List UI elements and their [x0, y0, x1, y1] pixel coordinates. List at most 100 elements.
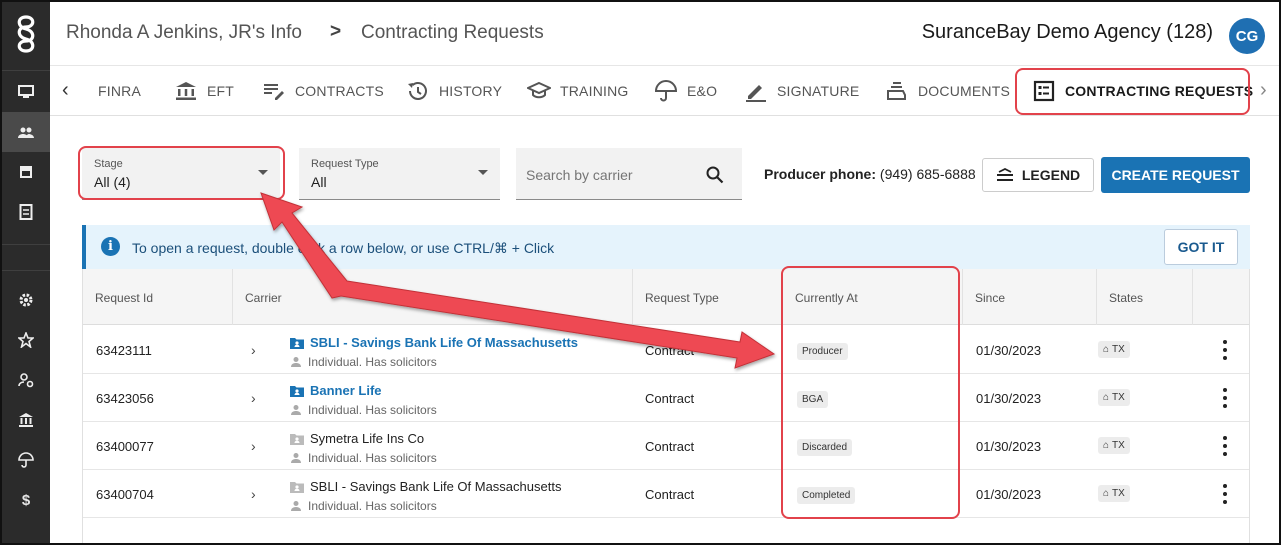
since-date: 01/30/2023	[976, 439, 1042, 454]
tab-signature[interactable]: SIGNATURE	[744, 66, 859, 116]
column-header-request-type[interactable]: Request Type	[645, 291, 719, 305]
contract-edit-icon	[264, 84, 284, 100]
request-id: 63423056	[96, 391, 154, 406]
row-menu-icon[interactable]	[1219, 388, 1231, 408]
request-type: Contract	[645, 487, 695, 502]
carrier-link[interactable]: Banner Life	[290, 383, 382, 398]
carrier-subtitle-text: Individual. Has solicitors	[308, 403, 437, 417]
page-header: Rhonda A Jenkins, JR's Info > Contractin…	[50, 2, 1279, 66]
bank-icon	[176, 82, 196, 100]
highlight-currently-at-column	[781, 266, 960, 519]
row-menu-icon[interactable]	[1219, 436, 1231, 456]
carrier-subtitle: Individual. Has solicitors	[290, 403, 437, 417]
umbrella-icon	[654, 80, 678, 102]
tab-history[interactable]: HISTORY	[406, 66, 502, 116]
sidebar-item-eo[interactable]	[2, 440, 50, 480]
breadcrumb-person[interactable]: Rhonda A Jenkins, JR's Info	[66, 22, 302, 44]
breadcrumb-separator: >	[330, 21, 342, 42]
sidebar-item-user-settings[interactable]	[2, 360, 50, 400]
home-icon: ⌂	[1103, 488, 1110, 499]
carrier-name: SBLI - Savings Bank Life Of Massachusett…	[310, 479, 562, 494]
table-header: Request Id Carrier Request Type Currentl…	[83, 269, 1249, 325]
state-code: TX	[1112, 344, 1125, 355]
badge-star-icon	[18, 332, 34, 348]
banner-text: To open a request, double click a row be…	[132, 240, 555, 256]
sidebar-item-documents[interactable]	[2, 192, 50, 232]
create-request-button[interactable]: CREATE REQUEST	[1101, 157, 1250, 193]
chevron-right-icon[interactable]: ›	[251, 438, 256, 454]
carrier-link[interactable]: Symetra Life Ins Co	[290, 431, 424, 446]
column-header-since[interactable]: Since	[975, 291, 1005, 305]
sidebar-item-bank[interactable]	[2, 400, 50, 440]
tab-training[interactable]: TRAINING	[527, 66, 629, 116]
carrier-link[interactable]: SBLI - Savings Bank Life Of Massachusett…	[290, 335, 578, 350]
carrier-link[interactable]: SBLI - Savings Bank Life Of Massachusett…	[290, 479, 561, 494]
carrier-name: Banner Life	[310, 383, 382, 398]
gear-icon	[19, 293, 33, 307]
tab-label: HISTORY	[439, 83, 503, 99]
tab-documents[interactable]: DOCUMENTS	[885, 66, 1010, 116]
sidebar-item-badge[interactable]	[2, 320, 50, 360]
dollar-icon[interactable]: $	[2, 480, 50, 520]
carrier-folder-icon	[290, 385, 304, 397]
tab-eft[interactable]: EFT	[174, 66, 234, 116]
request-type-select[interactable]: Request Type All	[299, 148, 500, 200]
app-window: $ Rhonda A Jenkins, JR's Info > Contract…	[0, 0, 1281, 545]
tabs-scroll-left-icon[interactable]: ‹	[62, 79, 69, 102]
column-header-states[interactable]: States	[1109, 291, 1143, 305]
carrier-folder-icon	[290, 433, 304, 445]
legend-label: LEGEND	[1021, 167, 1081, 183]
legend-icon	[996, 168, 1013, 181]
sidebar-item-dashboard[interactable]	[2, 72, 50, 112]
tab-label: DOCUMENTS	[918, 83, 1011, 99]
tab-eo[interactable]: E&O	[654, 66, 717, 116]
chevron-right-icon[interactable]: ›	[251, 342, 256, 358]
chevron-right-icon[interactable]: ›	[251, 390, 256, 406]
store-icon	[20, 166, 32, 178]
tab-contracts[interactable]: CONTRACTS	[262, 66, 384, 116]
tab-label: CONTRACTS	[295, 83, 384, 99]
home-icon: ⌂	[1103, 344, 1110, 355]
search-icon[interactable]	[706, 166, 724, 184]
tab-finra[interactable]: FINRA	[98, 66, 141, 116]
carrier-search-input[interactable]	[526, 167, 696, 183]
sidebar-item-settings[interactable]	[2, 280, 50, 320]
carrier-search-field	[516, 148, 742, 200]
state-code: TX	[1112, 440, 1125, 451]
row-menu-icon[interactable]	[1219, 340, 1231, 360]
request-type: Contract	[645, 439, 695, 454]
graduation-cap-icon	[527, 81, 551, 99]
requests-table: Request Id Carrier Request Type Currentl…	[82, 269, 1250, 543]
state-code: TX	[1112, 392, 1125, 403]
carrier-subtitle: Individual. Has solicitors	[290, 451, 437, 465]
carrier-folder-icon	[290, 481, 304, 493]
table-row[interactable]: 63400077 › Symetra Life Ins Co Individua…	[83, 422, 1249, 470]
agency-name: SuranceBay Demo Agency (128)	[921, 21, 1213, 43]
breadcrumb-current: Contracting Requests	[361, 22, 544, 43]
state-chip: ⌂ TX	[1098, 341, 1130, 358]
person-icon	[291, 357, 301, 367]
table-row[interactable]: 63423111 › SBLI - Savings Bank Life Of M…	[83, 326, 1249, 374]
request-type: Contract	[645, 343, 695, 358]
sidebar-item-store[interactable]	[2, 152, 50, 192]
app-logo[interactable]	[2, 2, 50, 66]
column-header-request-id[interactable]: Request Id	[95, 291, 153, 305]
legend-button[interactable]: LEGEND	[982, 158, 1094, 192]
table-row[interactable]: 63423056 › Banner Life Individual. Has s…	[83, 374, 1249, 422]
table-row[interactable]: 63400704 › SBLI - Savings Bank Life Of M…	[83, 470, 1249, 518]
chevron-right-icon[interactable]: ›	[251, 486, 256, 502]
request-type-label: Request Type	[311, 158, 379, 170]
state-chip: ⌂ TX	[1098, 437, 1130, 454]
column-header-carrier[interactable]: Carrier	[245, 291, 282, 305]
person-icon	[291, 453, 301, 463]
tabs-scroll-right-icon[interactable]: ›	[1260, 79, 1267, 102]
carrier-subtitle-text: Individual. Has solicitors	[308, 499, 437, 513]
avatar[interactable]: CG	[1229, 18, 1265, 54]
since-date: 01/30/2023	[976, 487, 1042, 502]
row-menu-icon[interactable]	[1219, 484, 1231, 504]
sidebar-item-producers[interactable]	[2, 112, 50, 152]
state-chip: ⌂ TX	[1098, 485, 1130, 502]
home-icon: ⌂	[1103, 440, 1110, 451]
got-it-button[interactable]: GOT IT	[1164, 229, 1238, 265]
request-id: 63400704	[96, 487, 154, 502]
